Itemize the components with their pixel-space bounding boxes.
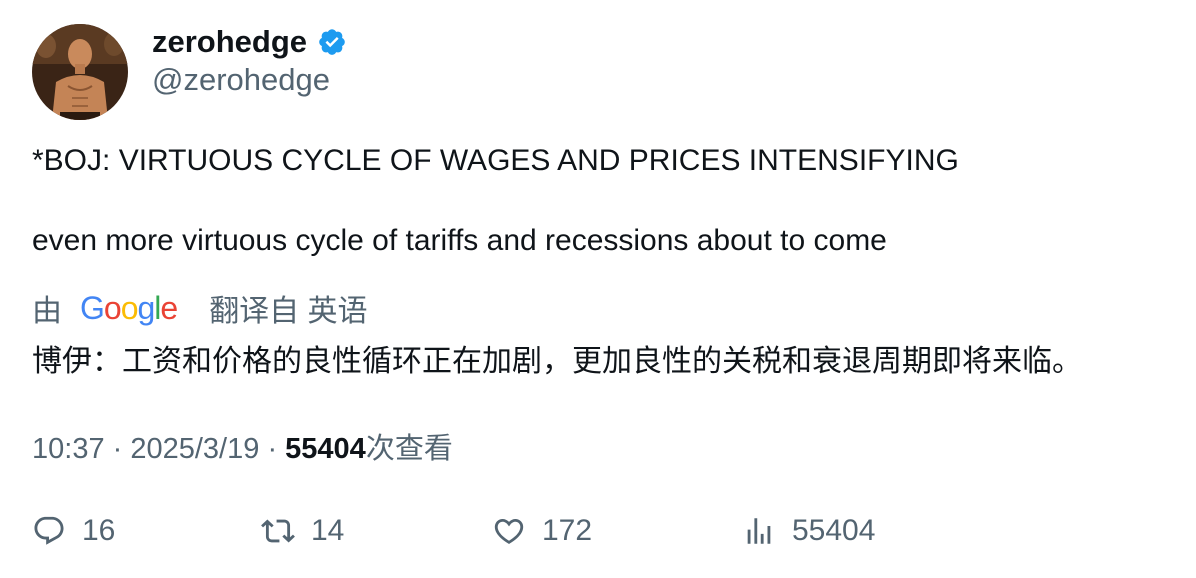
tweet-meta: 10:37 · 2025/3/19 · 55404次查看 — [32, 425, 453, 467]
translated-text: 博伊：工资和价格的良性循环正在加剧，更加良性的关税和衰退周期即将来临。 — [32, 345, 1082, 378]
heart-icon — [494, 518, 524, 544]
views-suffix: 次查看 — [365, 433, 453, 465]
like-count: 172 — [542, 514, 593, 547]
tweet-date[interactable]: 2025/3/19 — [130, 433, 259, 465]
author-name-row: zerohedge — [152, 22, 347, 62]
views-count: 55404 — [285, 433, 366, 465]
reply-count: 16 — [82, 514, 116, 547]
analytics-icon — [747, 518, 771, 544]
retweet-icon — [261, 519, 295, 543]
avatar[interactable] — [32, 24, 128, 120]
tweet-text-line-1: *BOJ: VIRTUOUS CYCLE OF WAGES AND PRICES… — [32, 144, 959, 177]
author-display-name[interactable]: zerohedge — [152, 24, 307, 60]
reply-button[interactable]: 16 — [32, 506, 115, 556]
google-logo: Google — [80, 289, 178, 326]
translation-source-label[interactable]: 翻译自 英语 — [209, 286, 367, 330]
reply-icon — [34, 516, 64, 545]
verified-badge-icon — [319, 29, 345, 55]
translation-prefix: 由 — [32, 295, 62, 328]
meta-separator: · — [112, 433, 131, 465]
tweet-text-line-2: even more virtuous cycle of tariffs and … — [32, 224, 887, 257]
views-button[interactable]: 55404 — [742, 506, 875, 556]
action-bar: 16 14 172 55404 — [0, 506, 1196, 556]
views-action-count: 55404 — [792, 514, 876, 547]
avatar-image — [32, 24, 128, 120]
retweet-count: 14 — [311, 514, 345, 547]
tweet-time[interactable]: 10:37 — [32, 433, 105, 465]
author-handle[interactable]: @zerohedge — [152, 62, 330, 98]
retweet-button[interactable]: 14 — [261, 506, 344, 556]
like-button[interactable]: 172 — [492, 506, 592, 556]
meta-separator: · — [267, 433, 286, 465]
translation-attribution: 由 Google 翻译自 英语 — [32, 286, 368, 330]
